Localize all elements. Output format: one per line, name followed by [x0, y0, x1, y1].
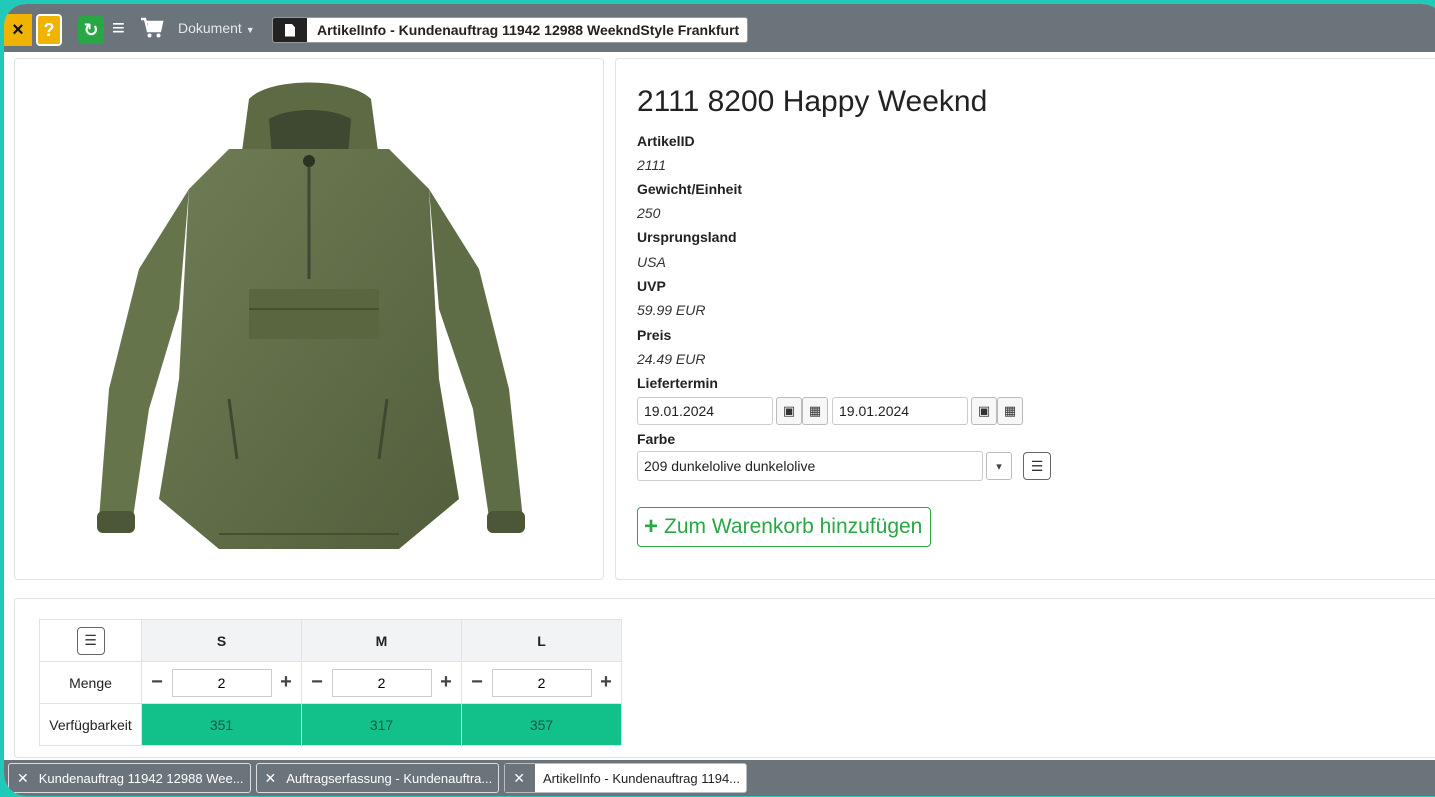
availability-cell-s: 351	[141, 703, 302, 746]
cart-icon[interactable]	[140, 17, 164, 39]
refresh-button[interactable]: ↻	[78, 16, 104, 44]
list-icon[interactable]: ☰	[76, 626, 105, 655]
menge-cell-l: − +	[461, 661, 622, 704]
quantity-stepper: − +	[142, 668, 301, 697]
menge-row-label: Menge	[39, 661, 142, 704]
field-value-artikelid: 2111	[637, 157, 667, 173]
top-toolbar: × ? ↻ ≡ Dokument ▼ ArtikelInfo - Kundena…	[4, 4, 1435, 52]
product-image	[97, 82, 525, 549]
field-label-liefertermin: Liefertermin	[637, 375, 718, 391]
quantity-stepper: − +	[302, 668, 461, 697]
caret-down-icon: ▼	[245, 25, 255, 35]
add-to-cart-button[interactable]: + Zum Warenkorb hinzufügen	[637, 507, 932, 547]
field-label-artikelid: ArtikelID	[637, 133, 695, 149]
availability-value: 357	[529, 716, 554, 733]
field-label-preis: Preis	[637, 327, 672, 343]
liefertermin-from-input[interactable]: 19.01.2024	[637, 397, 773, 425]
bottom-tab[interactable]: ✕ Auftragserfassung - Kundenauftra...	[255, 763, 500, 793]
size-header-s: S	[141, 619, 302, 662]
active-document-tab[interactable]: ArtikelInfo - Kundenauftrag 11942 12988 …	[272, 17, 749, 43]
minus-button[interactable]: −	[150, 671, 164, 694]
document-dropdown[interactable]: Dokument ▼	[178, 20, 255, 36]
plus-button[interactable]: +	[439, 671, 453, 694]
size-header-l: L	[461, 619, 622, 662]
list-icon[interactable]: ☰	[1023, 452, 1051, 480]
document-icon	[273, 18, 307, 42]
plus-icon: +	[644, 513, 659, 540]
quantity-input-m[interactable]	[331, 668, 432, 697]
menu-icon[interactable]: ≡	[112, 17, 132, 39]
calendar-today-icon[interactable]: ▣	[776, 397, 802, 425]
product-title: 2111 8200 Happy Weeknd	[637, 85, 988, 118]
quantity-stepper: − +	[462, 668, 621, 697]
active-document-title: ArtikelInfo - Kundenauftrag 11942 12988 …	[317, 22, 740, 38]
calendar-today-icon[interactable]: ▣	[971, 397, 997, 425]
field-value-ursprungsland: USA	[637, 254, 666, 270]
field-value-gewicht: 250	[637, 205, 661, 221]
app-window: × ? ↻ ≡ Dokument ▼ ArtikelInfo - Kundena…	[4, 4, 1435, 796]
availability-row-label: Verfügbarkeit	[39, 703, 142, 746]
bottom-tab-label: Kundenauftrag 11942 12988 Wee...	[38, 770, 244, 786]
bottom-tab-label: ArtikelInfo - Kundenauftrag 1194...	[542, 770, 741, 786]
bottom-tab-bar: ✕ Kundenauftrag 11942 12988 Wee... ✕ Auf…	[4, 760, 1435, 796]
field-label-uvp: UVP	[637, 278, 666, 294]
availability-cell-m: 317	[301, 703, 462, 746]
minus-button[interactable]: −	[470, 671, 484, 694]
help-button[interactable]: ?	[36, 14, 62, 46]
document-dropdown-label: Dokument	[178, 20, 242, 36]
product-info-panel: 2111 8200 Happy Weeknd ArtikelID 2111 Ge…	[615, 58, 1435, 580]
calendar-icon[interactable]: ▦	[997, 397, 1023, 425]
quantity-input-s[interactable]	[171, 668, 272, 697]
chevron-down-icon[interactable]: ▾	[986, 452, 1012, 480]
field-value-preis: 24.49 EUR	[637, 351, 706, 367]
quantity-input-l[interactable]	[491, 668, 592, 697]
grid-corner: ☰	[39, 619, 142, 662]
field-label-farbe: Farbe	[637, 431, 676, 447]
close-button[interactable]: ×	[4, 14, 32, 46]
field-label-ursprungsland: Ursprungsland	[637, 229, 737, 245]
minus-button[interactable]: −	[310, 671, 324, 694]
add-to-cart-label: Zum Warenkorb hinzufügen	[664, 515, 923, 538]
close-icon[interactable]: ✕	[505, 764, 535, 792]
bottom-tab-active[interactable]: ✕ ArtikelInfo - Kundenauftrag 1194...	[504, 763, 748, 793]
plus-button[interactable]: +	[279, 671, 293, 694]
product-image-panel	[14, 58, 604, 580]
field-value-uvp: 59.99 EUR	[637, 302, 706, 318]
availability-value: 351	[209, 716, 234, 733]
menge-cell-m: − +	[301, 661, 462, 704]
size-grid-panel: ☰ S M L Menge − + −	[14, 598, 1435, 758]
close-icon[interactable]: ✕	[9, 770, 39, 787]
liefertermin-to-input[interactable]: 19.01.2024	[832, 397, 968, 425]
bottom-tab-label: Auftragserfassung - Kundenauftra...	[286, 770, 493, 786]
bottom-tab[interactable]: ✕ Kundenauftrag 11942 12988 Wee...	[8, 763, 251, 793]
close-icon[interactable]: ✕	[257, 770, 287, 787]
calendar-icon[interactable]: ▦	[802, 397, 828, 425]
availability-cell-l: 357	[461, 703, 622, 746]
plus-button[interactable]: +	[599, 671, 613, 694]
size-header-m: M	[301, 619, 462, 662]
menge-cell-s: − +	[141, 661, 302, 704]
farbe-select[interactable]: 209 dunkelolive dunkelolive	[637, 451, 983, 481]
availability-value: 317	[369, 716, 394, 733]
size-grid-table: ☰ S M L Menge − + −	[39, 619, 622, 746]
field-label-gewicht: Gewicht/Einheit	[637, 181, 743, 197]
